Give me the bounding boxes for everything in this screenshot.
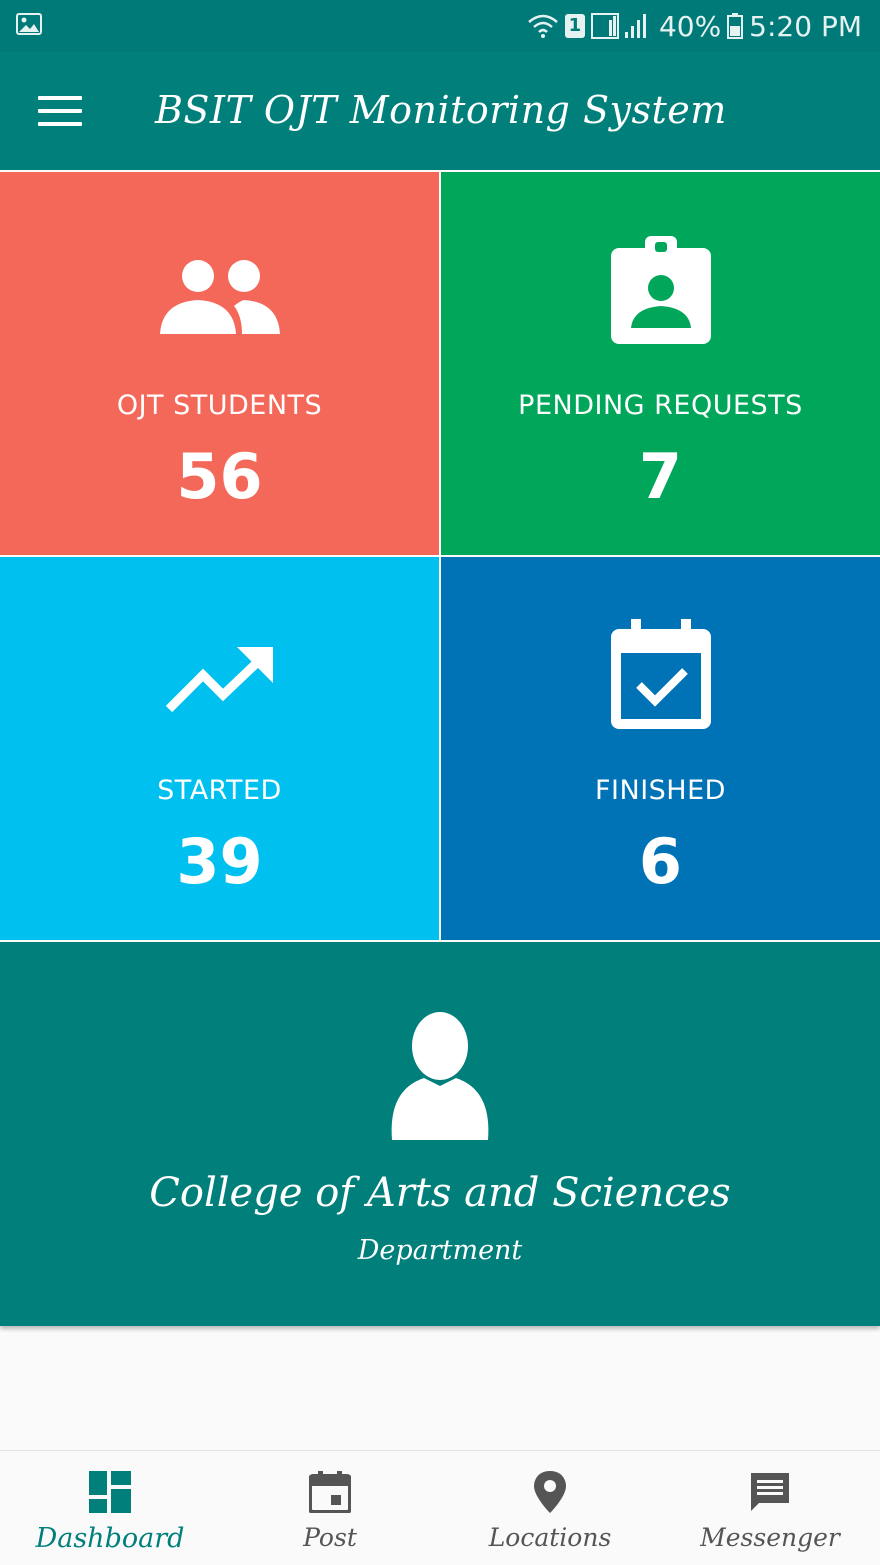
status-bar: 1 40% 5:20 PM [0,0,880,52]
battery-icon [727,13,744,39]
location-pin-icon [534,1471,566,1513]
nav-locations[interactable]: Locations [440,1451,660,1565]
calendar-icon [309,1471,351,1513]
person-icon [391,1012,489,1140]
app-bar: BSIT OJT Monitoring System [0,52,880,170]
image-notification-icon [16,13,42,35]
people-icon [159,260,280,334]
tile-value: 39 [176,825,263,898]
menu-icon[interactable] [38,96,82,128]
sim-badge: 1 [564,14,585,38]
department-subtitle: Department [357,1235,523,1266]
bottom-navigation: Dashboard Post Locations Messenger [0,1450,880,1565]
dashboard-icon [89,1471,131,1513]
nav-label: Locations [488,1523,612,1552]
status-icons: 1 40% 5:20 PM [527,8,862,44]
tile-pending-requests[interactable]: PENDING REQUESTS 7 [441,172,880,555]
tile-label: OJT STUDENTS [116,390,323,421]
calendar-check-icon [610,619,711,729]
badge-icon [610,236,711,344]
page-title: BSIT OJT Monitoring System [155,88,727,132]
tile-finished[interactable]: FINISHED 6 [441,557,880,940]
signal-icon [590,13,646,39]
message-icon [751,1473,789,1511]
department-name: College of Arts and Sciences [149,1170,731,1216]
tile-value: 56 [176,440,263,513]
nav-dashboard[interactable]: Dashboard [0,1451,220,1565]
tile-label: PENDING REQUESTS [518,390,803,421]
tile-ojt-students[interactable]: OJT STUDENTS 56 [0,172,439,555]
trending-up-icon [165,647,273,713]
tile-started[interactable]: STARTED 39 [0,557,439,940]
nav-label: Messenger [700,1523,840,1552]
tile-value: 6 [638,825,683,898]
clock: 5:20 PM [749,9,862,43]
battery-percent: 40% [658,9,722,43]
wifi-icon [528,14,558,38]
tile-label: FINISHED [595,775,726,806]
nav-label: Dashboard [35,1523,185,1554]
department-card[interactable]: College of Arts and Sciences Department [0,942,880,1326]
nav-label: Post [303,1523,357,1552]
nav-messenger[interactable]: Messenger [660,1451,880,1565]
nav-post[interactable]: Post [220,1451,440,1565]
tile-label: STARTED [157,775,282,806]
tile-value: 7 [638,440,683,513]
